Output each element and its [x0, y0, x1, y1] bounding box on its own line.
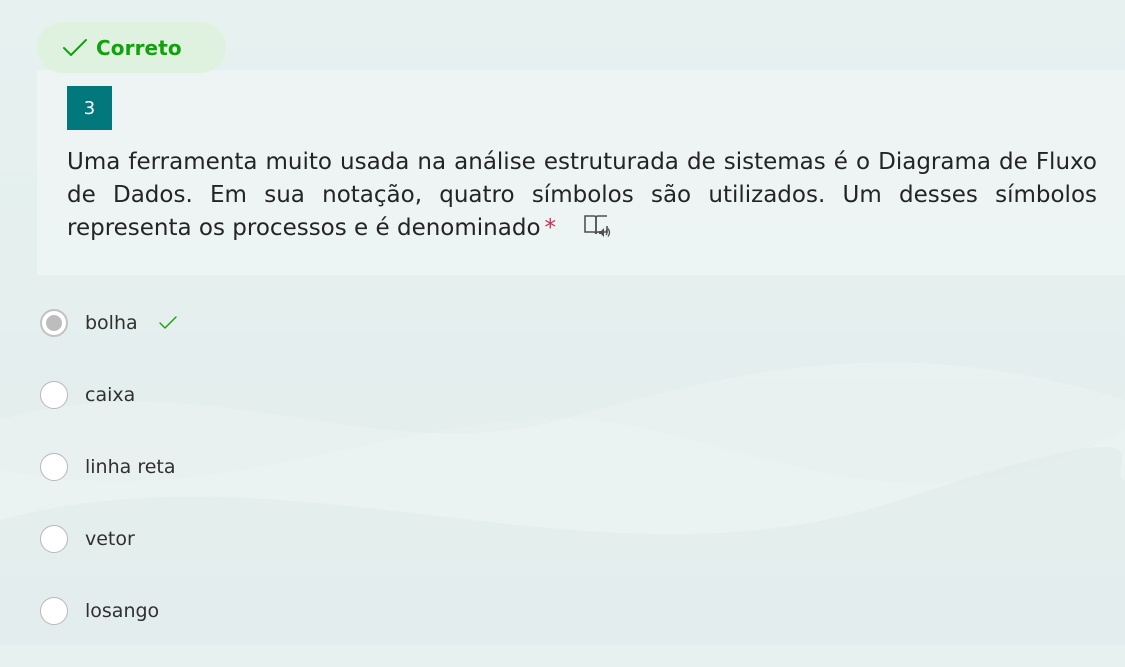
- radio-button-selected[interactable]: [40, 309, 68, 337]
- radio-button[interactable]: [40, 381, 68, 409]
- option-label[interactable]: vetor: [85, 528, 135, 550]
- option-linha-reta[interactable]: linha reta: [40, 451, 178, 483]
- checkmark-icon: [63, 38, 87, 56]
- option-caixa[interactable]: caixa: [40, 379, 178, 411]
- question-text-block: Uma ferramenta muito usada na análise es…: [67, 146, 1097, 245]
- option-label[interactable]: bolha: [85, 312, 138, 334]
- answer-options: bolha caixa linha reta vetor losango: [40, 307, 178, 667]
- immersive-reader-icon[interactable]: [581, 212, 611, 240]
- option-bolha[interactable]: bolha: [40, 307, 178, 339]
- correct-answer-check-icon: [158, 316, 177, 329]
- radio-button[interactable]: [40, 597, 68, 625]
- status-badge: Correto: [37, 22, 226, 73]
- option-label[interactable]: losango: [85, 600, 159, 622]
- required-marker: *: [544, 215, 557, 241]
- option-label[interactable]: linha reta: [85, 456, 176, 478]
- option-vetor[interactable]: vetor: [40, 523, 178, 555]
- radio-button[interactable]: [40, 525, 68, 553]
- question-number: 3: [67, 86, 112, 130]
- option-losango[interactable]: losango: [40, 595, 178, 627]
- status-label: Correto: [96, 35, 182, 60]
- radio-button[interactable]: [40, 453, 68, 481]
- option-label[interactable]: caixa: [85, 384, 135, 406]
